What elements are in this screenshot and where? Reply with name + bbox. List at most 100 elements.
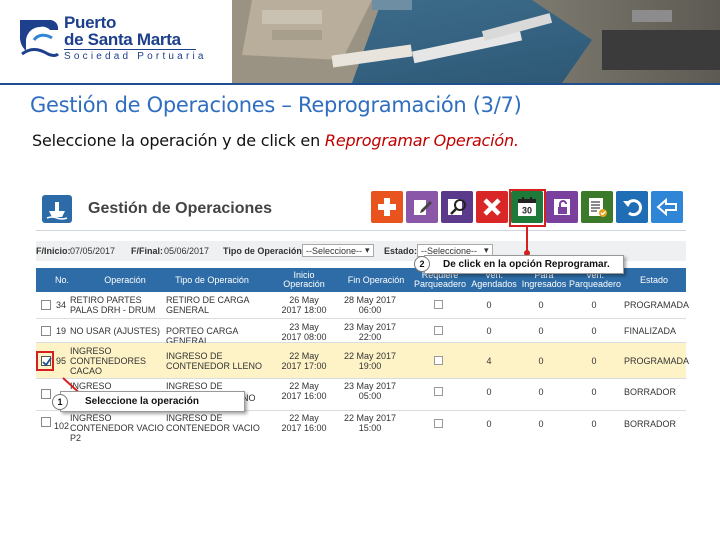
row-ingresados: 0 xyxy=(538,300,544,310)
row-no: 34 xyxy=(56,300,67,310)
step1-badge: 1 xyxy=(52,394,68,410)
brand-line1: Puerto xyxy=(64,13,117,32)
edit-icon xyxy=(414,200,432,215)
step1-callout: Seleccione la operación xyxy=(60,391,245,412)
f-inicio-input[interactable]: 07/05/2017 xyxy=(70,246,115,256)
row-fin: 23 May 2017 22:00 xyxy=(343,322,397,342)
row-fin: 28 May 2017 06:00 xyxy=(343,295,397,315)
row-tipo: INGRESO DE CONTENEDOR LLENO xyxy=(166,351,263,371)
row-checkbox[interactable] xyxy=(41,326,51,336)
row-checkbox[interactable] xyxy=(41,300,51,310)
row-ingresados: 0 xyxy=(538,419,544,429)
row-no: 102 xyxy=(54,421,70,431)
tipo-operacion-value: --Seleccione-- xyxy=(306,246,363,256)
brand-divider xyxy=(64,49,196,50)
back-arrow-icon xyxy=(656,197,677,217)
table-row[interactable]: 19 NO USAR (AJUSTES) PORTEO CARGA GENERA… xyxy=(36,319,686,346)
row-select-highlight xyxy=(36,351,54,371)
port-aerial-photo xyxy=(232,0,720,83)
row-tipo: INGRESO DE CONTENEDOR VACIO xyxy=(166,413,260,433)
col-no[interactable]: No. xyxy=(52,268,72,292)
requiere-parqueadero-checkbox[interactable] xyxy=(434,387,443,396)
f-inicio-label: F/Inicio: xyxy=(36,246,71,256)
banner-divider xyxy=(0,83,720,85)
row-ingresados: 0 xyxy=(538,387,544,397)
row-inicio: 23 May 2017 08:00 xyxy=(281,322,327,342)
row-operacion: RETIRO PARTES PALAS DRH - DRUM xyxy=(70,295,156,315)
checklist-icon xyxy=(589,198,607,217)
step2-badge: 2 xyxy=(414,256,430,272)
plus-icon xyxy=(378,198,396,216)
row-inicio: 26 May 2017 18:00 xyxy=(281,295,327,315)
view-detail-button[interactable] xyxy=(441,191,473,223)
table-row[interactable]: 34 RETIRO PARTES PALAS DRH - DRUM RETIRO… xyxy=(36,292,690,319)
row-estado: FINALIZADA xyxy=(624,326,677,336)
row-inicio: 22 May 2017 17:00 xyxy=(281,351,327,371)
row-tipo: RETIRO DE CARGA GENERAL xyxy=(166,295,250,315)
search-edit-icon xyxy=(448,199,466,215)
col-estado[interactable]: Estado xyxy=(632,268,676,292)
row-no: 95 xyxy=(56,356,67,366)
slide-title: Gestión de Operaciones – Reprogramación … xyxy=(30,93,522,117)
row-ingresados: 0 xyxy=(538,326,544,336)
brand-subtitle: Sociedad Portuaria xyxy=(64,51,207,62)
col-fin-operacion[interactable]: Fin Operación xyxy=(342,268,410,292)
step1-text: Seleccione la operación xyxy=(85,396,199,407)
requiere-parqueadero-checkbox[interactable] xyxy=(434,419,443,428)
row-estado: BORRADOR xyxy=(624,387,677,397)
back-button[interactable] xyxy=(651,191,683,223)
row-agendados: 0 xyxy=(486,387,492,397)
row-operacion: INGRESO CONTENEDOR VACIO P2 xyxy=(70,413,164,443)
unlock-button[interactable] xyxy=(546,191,578,223)
reprogram-highlight xyxy=(509,189,546,227)
row-checkbox[interactable] xyxy=(41,389,51,399)
row-fin: 22 May 2017 19:00 xyxy=(343,351,397,371)
row-estado: PROGRAMADA xyxy=(624,300,690,310)
row-operacion: NO USAR (AJUSTES) xyxy=(70,326,161,336)
col-operacion[interactable]: Operación xyxy=(90,268,160,292)
chevron-down-icon: ▾ xyxy=(365,245,370,255)
row-fin: 22 May 2017 15:00 xyxy=(343,413,397,433)
row-estado: BORRADOR xyxy=(624,419,677,429)
row-agendados: 0 xyxy=(486,419,492,429)
close-icon xyxy=(483,198,501,216)
undo-button[interactable] xyxy=(616,191,648,223)
estado-label: Estado: xyxy=(384,246,418,256)
row-ingresados: 0 xyxy=(538,356,544,366)
table-row[interactable]: 102 INGRESO CONTENEDOR VACIO P2 INGRESO … xyxy=(36,411,686,443)
row-operacion: INGRESO CONTENEDORES CACAO xyxy=(70,346,147,376)
undo-icon xyxy=(623,199,642,217)
step2-callout: De click en la opción Reprogramar. xyxy=(424,255,624,274)
header-banner: Puerto de Santa Marta Sociedad Portuaria xyxy=(0,0,720,83)
requiere-parqueadero-checkbox[interactable] xyxy=(434,356,443,365)
row-operacion: INGRESO xyxy=(70,381,112,391)
row-parqueadero: 0 xyxy=(591,387,597,397)
row-checkbox[interactable] xyxy=(41,417,51,427)
row-agendados: 0 xyxy=(486,326,492,336)
f-final-input[interactable]: 05/06/2017 xyxy=(164,246,209,256)
row-parqueadero: 0 xyxy=(591,419,597,429)
delete-button[interactable] xyxy=(476,191,508,223)
app-header: Gestión de Operaciones 30 xyxy=(36,187,686,231)
row-parqueadero: 0 xyxy=(591,356,597,366)
row-parqueadero: 0 xyxy=(591,300,597,310)
requiere-parqueadero-checkbox[interactable] xyxy=(434,326,443,335)
lock-open-icon xyxy=(554,199,570,215)
approve-button[interactable] xyxy=(581,191,613,223)
brand-line2: de Santa Marta xyxy=(64,30,181,49)
tipo-operacion-label: Tipo de Operación: xyxy=(223,246,305,256)
col-tipo-operacion[interactable]: Tipo de Operación xyxy=(166,268,258,292)
step2-text: De click en la opción Reprogramar. xyxy=(443,259,610,270)
instruction-text: Seleccione la operación y de click en xyxy=(32,131,325,150)
edit-button[interactable] xyxy=(406,191,438,223)
col-inicio-operacion[interactable]: Inicio Operación xyxy=(278,268,330,292)
requiere-parqueadero-checkbox[interactable] xyxy=(434,300,443,309)
row-agendados: 0 xyxy=(486,300,492,310)
f-final-label: F/Final: xyxy=(131,246,163,256)
add-button[interactable] xyxy=(371,191,403,223)
row-tipo: INGRESO DE xyxy=(166,381,223,391)
table-row-selected[interactable]: 95 INGRESO CONTENEDORES CACAO INGRESO DE… xyxy=(36,343,689,379)
row-parqueadero: 0 xyxy=(591,326,597,336)
row-agendados: 4 xyxy=(486,356,492,366)
app-title: Gestión de Operaciones xyxy=(88,200,273,217)
